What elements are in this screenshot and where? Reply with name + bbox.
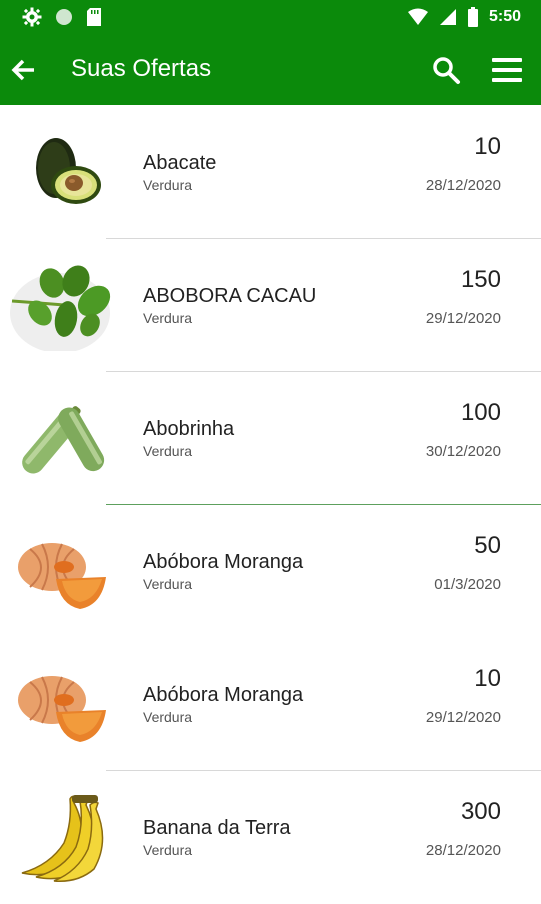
- offer-category: Verdura: [143, 443, 193, 459]
- wifi-icon: [407, 8, 428, 25]
- back-arrow-icon[interactable]: [8, 55, 38, 85]
- battery-icon: [467, 7, 478, 27]
- sd-card-icon: [87, 8, 101, 26]
- offer-name: Abóbora Moranga: [143, 684, 304, 706]
- hamburger-menu-icon[interactable]: [490, 54, 524, 86]
- offer-date: 28/12/2020: [425, 842, 501, 859]
- offer-date: 29/12/2020: [425, 310, 501, 327]
- offer-name: Abóbora Moranga: [143, 551, 304, 573]
- leaves-image: [10, 265, 111, 351]
- offer-category: Verdura: [143, 576, 193, 592]
- offer-quantity: 10: [474, 133, 501, 160]
- cell-signal-icon: [439, 9, 456, 25]
- settings-gear-icon: [22, 7, 42, 27]
- offer-date: 28/12/2020: [425, 177, 501, 194]
- offer-row[interactable]: Banana da Terra Verdura 300 28/12/2020: [0, 771, 541, 904]
- offer-category: Verdura: [143, 310, 193, 326]
- offer-quantity: 50: [474, 532, 501, 559]
- status-time: 5:50: [488, 8, 521, 25]
- offer-quantity: 150: [460, 266, 501, 293]
- offer-date: 29/12/2020: [425, 709, 501, 726]
- offer-row[interactable]: Abóbora Moranga Verdura 50 01/3/2020: [0, 505, 541, 638]
- status-bar: 5:50: [0, 0, 541, 34]
- offer-category: Verdura: [143, 842, 193, 858]
- offer-name: Banana da Terra: [143, 817, 291, 839]
- circle-notification-icon: [56, 9, 72, 25]
- offer-category: Verdura: [143, 709, 193, 725]
- page-title: Suas Ofertas: [71, 55, 212, 82]
- banana-image: [21, 795, 104, 882]
- offer-category: Verdura: [143, 177, 193, 193]
- avocado-image: [36, 138, 101, 204]
- offer-row[interactable]: ABOBORA CACAU Verdura 150 29/12/2020: [0, 239, 541, 372]
- offer-quantity: 10: [474, 665, 501, 692]
- offer-row[interactable]: Abobrinha Verdura 100 30/12/2020: [0, 372, 541, 505]
- app-bar: Suas Ofertas: [0, 34, 541, 105]
- offer-date: 30/12/2020: [425, 443, 501, 460]
- offer-row[interactable]: Abacate Verdura 10 28/12/2020: [0, 106, 541, 239]
- offers-list: Abacate Verdura 10 28/12/2020 ABOBORA CA…: [0, 106, 541, 904]
- zucchini-image: [22, 406, 105, 474]
- pumpkin-image: [18, 543, 106, 609]
- offer-date: 01/3/2020: [434, 576, 501, 593]
- offer-row[interactable]: Abóbora Moranga Verdura 10 29/12/2020: [0, 638, 541, 771]
- offer-quantity: 300: [460, 798, 501, 825]
- search-icon[interactable]: [430, 54, 462, 86]
- offer-name: Abobrinha: [143, 418, 235, 440]
- offer-name: ABOBORA CACAU: [143, 285, 317, 307]
- pumpkin-image: [18, 676, 106, 742]
- offer-quantity: 100: [460, 399, 501, 426]
- offer-name: Abacate: [143, 152, 217, 174]
